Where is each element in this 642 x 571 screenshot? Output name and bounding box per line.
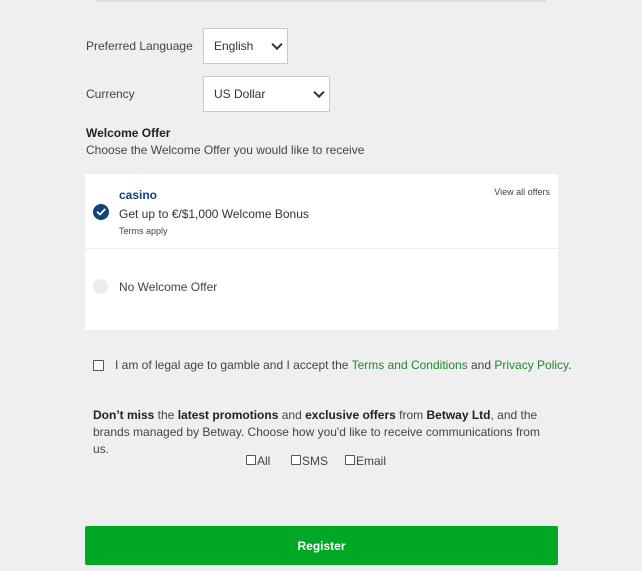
offer-name: casino — [119, 188, 158, 202]
legal-text-part: . — [568, 358, 572, 372]
legal-text-part: I am of legal age to gamble and I accept… — [115, 358, 352, 372]
offer-option-casino[interactable]: casino Get up to €/$1,000 Welcome Bonus … — [85, 174, 558, 249]
promo-text-bold: exclusive offers — [305, 408, 396, 422]
radio-unchecked-icon[interactable] — [93, 279, 108, 294]
offer-option-none[interactable]: No Welcome Offer — [85, 249, 558, 330]
chevron-down-icon — [313, 86, 325, 99]
currency-label: Currency — [86, 87, 135, 101]
language-select[interactable]: English — [203, 28, 288, 64]
language-select-value: English — [214, 39, 254, 53]
promo-text-part: and — [278, 408, 306, 422]
currency-select-value: US Dollar — [214, 87, 266, 101]
comm-sms-checkbox[interactable] — [291, 455, 301, 465]
comm-all-label: All — [257, 454, 271, 468]
register-button[interactable]: Register — [85, 526, 558, 565]
legal-age-checkbox[interactable] — [93, 360, 104, 371]
legal-text-part: and — [467, 358, 495, 372]
promo-text-bold: Don’t miss — [93, 408, 155, 422]
promo-text-part: the — [154, 408, 178, 422]
privacy-link[interactable]: Privacy Policy — [494, 358, 568, 372]
promotions-text: Don’t miss the latest promotions and exc… — [93, 407, 553, 458]
comm-all-checkbox[interactable] — [246, 455, 256, 465]
promo-text-bold: Betway Ltd — [426, 408, 491, 422]
offer-description: Get up to €/$1,000 Welcome Bonus — [119, 207, 309, 221]
comm-email-checkbox[interactable] — [345, 455, 355, 465]
terms-link[interactable]: Terms and Conditions — [352, 358, 468, 372]
offer-terms[interactable]: Terms apply — [119, 226, 168, 236]
promo-text-part: from — [395, 408, 427, 422]
top-divider — [97, 0, 546, 2]
welcome-offer-panel: casino Get up to €/$1,000 Welcome Bonus … — [85, 174, 558, 330]
chevron-down-icon — [271, 38, 283, 51]
welcome-offer-title: Welcome Offer — [86, 126, 171, 140]
legal-consent-text: I am of legal age to gamble and I accept… — [115, 358, 572, 372]
comm-sms-label: SMS — [302, 454, 329, 468]
currency-select[interactable]: US Dollar — [203, 76, 330, 112]
preferred-language-label: Preferred Language — [86, 39, 193, 53]
radio-checked-icon[interactable] — [93, 204, 109, 220]
view-all-offers-link[interactable]: View all offers — [494, 187, 550, 197]
comm-email-label: Email — [356, 454, 387, 468]
welcome-offer-subtitle: Choose the Welcome Offer you would like … — [86, 143, 365, 157]
promo-text-bold: latest promotions — [177, 408, 279, 422]
no-offer-label: No Welcome Offer — [119, 280, 218, 294]
register-button-label: Register — [297, 538, 346, 553]
